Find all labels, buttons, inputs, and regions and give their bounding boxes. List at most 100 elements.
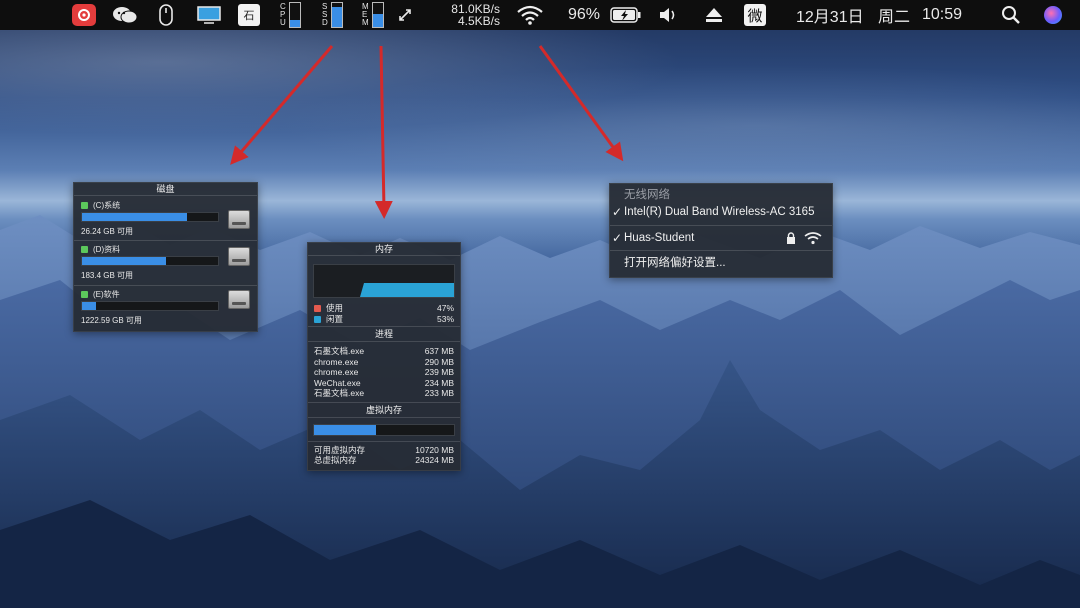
date[interactable]: 12月31日: [796, 0, 864, 30]
drive-usage-fill: [82, 213, 187, 221]
network-adapter-item[interactable]: ✓ Intel(R) Dual Band Wireless-AC 3165: [610, 204, 832, 222]
drive-label: (D)资料: [93, 245, 121, 254]
process-memory: 234 MB: [424, 377, 454, 388]
memory-used-percent: 47%: [436, 303, 454, 313]
drive-usage-fill: [82, 257, 167, 265]
weibo-char: 微: [744, 4, 766, 26]
process-row[interactable]: 石墨文档.exe 637 MB: [308, 346, 460, 357]
netease-music-icon[interactable]: [72, 0, 96, 30]
process-section-title: 进程: [374, 329, 393, 339]
hard-drive-icon: [228, 247, 250, 266]
volume-icon[interactable]: [658, 0, 680, 30]
memory-usage-graph: [313, 264, 455, 298]
cpu-meter[interactable]: C P U: [280, 0, 301, 30]
arrow-to-memory-panel: [374, 45, 393, 219]
available-virtual-row: 可用虚拟内存 10720 MB: [308, 445, 460, 456]
weibo-icon[interactable]: 微: [744, 0, 766, 30]
memory-used-label: 使用: [326, 303, 344, 313]
arrow-to-disk-panel: [230, 45, 334, 165]
mem-letter: M: [362, 18, 369, 27]
process-memory: 239 MB: [424, 367, 454, 377]
virtual-memory-fill: [314, 424, 376, 435]
process-name: WeChat.exe: [314, 377, 361, 388]
weekday[interactable]: 周二: [878, 0, 910, 30]
process-row[interactable]: chrome.exe 290 MB: [308, 357, 460, 368]
virtual-memory-title: 虚拟内存: [365, 404, 402, 415]
hard-drive-icon: [228, 210, 250, 229]
ssd-gauge: [330, 2, 343, 28]
drive-free-space: 26.24 GB 可用: [81, 227, 134, 236]
hard-drive-icon: [228, 290, 250, 309]
mouse-icon[interactable]: [158, 0, 174, 30]
wifi-icon[interactable]: [516, 0, 544, 30]
shimo-app-char: 石: [238, 4, 260, 26]
memory-panel: 内存 使用 47% 闲置 53% 进程 石墨文档.exe 637 MB chrom…: [307, 242, 461, 471]
ssd-letter: D: [322, 18, 328, 27]
wireless-section-title: 无线网络: [624, 189, 670, 201]
idle-color-swatch: [314, 315, 321, 323]
process-row[interactable]: 石墨文档.exe 233 MB: [308, 388, 460, 399]
battery-icon[interactable]: [610, 0, 642, 30]
menu-bar: 石 C P U S S D M E M 81.0KB/s 4.5KB/s 96%…: [0, 0, 1080, 30]
drive-status-dot: [81, 246, 88, 253]
drive-usage-bar: [81, 212, 219, 222]
virtual-memory-bar: [313, 423, 455, 436]
process-row[interactable]: chrome.exe 239 MB: [308, 367, 460, 378]
memory-panel-title: 内存: [374, 244, 393, 254]
process-name: chrome.exe: [314, 356, 359, 367]
memory-idle-row: 闲置 53%: [308, 314, 460, 325]
process-row[interactable]: WeChat.exe 234 MB: [308, 378, 460, 389]
process-name: 石墨文档.exe: [314, 388, 365, 398]
total-virtual-row: 总虚拟内存 24324 MB: [308, 455, 460, 466]
lock-icon: [787, 232, 795, 244]
process-name: chrome.exe: [314, 367, 359, 377]
disk-panel: 磁盘 (C)系统 26.24 GB 可用 (D)资料 183.4 GB 可用 (…: [73, 182, 258, 332]
drive-usage-fill: [82, 302, 96, 310]
process-name: 石墨文档.exe: [314, 346, 365, 356]
drive-label: (C)系统: [93, 201, 121, 210]
expand-icon[interactable]: [398, 0, 412, 30]
network-speed[interactable]: 81.0KB/s 4.5KB/s: [440, 0, 500, 30]
display-icon[interactable]: [196, 0, 222, 30]
time[interactable]: 10:59: [922, 0, 962, 30]
download-speed: 4.5KB/s: [457, 14, 500, 28]
drive-e[interactable]: (E)软件 1222.59 GB 可用: [74, 286, 257, 330]
drive-d[interactable]: (D)资料 183.4 GB 可用: [74, 241, 257, 285]
wifi-signal-icon: [804, 232, 822, 245]
eject-icon[interactable]: [704, 0, 724, 30]
checkmark-icon: ✓: [612, 231, 623, 245]
ssd-gauge-fill: [331, 6, 342, 27]
total-virtual-label: 总虚拟内存: [314, 455, 357, 465]
shimo-app-icon[interactable]: 石: [238, 0, 260, 30]
memory-idle-label: 闲置: [326, 313, 344, 324]
memory-usage-area: [360, 283, 454, 297]
drive-usage-bar: [81, 256, 219, 266]
drive-c[interactable]: (C)系统 26.24 GB 可用: [74, 196, 257, 240]
process-memory: 233 MB: [424, 388, 454, 398]
ssd-meter[interactable]: S S D: [322, 0, 343, 30]
drive-usage-bar: [81, 301, 219, 311]
network-preferences-item[interactable]: 打开网络偏好设置...: [610, 251, 832, 275]
drive-status-dot: [81, 202, 88, 209]
checkmark-icon: ✓: [612, 205, 623, 219]
used-color-swatch: [314, 305, 321, 312]
drive-status-dot: [81, 291, 88, 298]
memory-meter[interactable]: M E M: [362, 0, 384, 30]
search-icon[interactable]: [1000, 0, 1022, 30]
drive-free-space: 183.4 GB 可用: [81, 271, 134, 280]
drive-free-space: 1222.59 GB 可用: [81, 316, 142, 325]
siri-icon[interactable]: [1044, 0, 1062, 30]
drive-label: (E)软件: [93, 290, 120, 299]
wifi-network-item[interactable]: ✓ Huas-Student: [610, 226, 832, 250]
wechat-icon[interactable]: [112, 0, 138, 30]
network-name: Huas-Student: [624, 232, 695, 244]
battery-percent[interactable]: 96%: [568, 0, 600, 30]
mem-gauge-fill: [372, 13, 383, 27]
total-virtual-value: 24324 MB: [415, 455, 454, 465]
memory-idle-percent: 53%: [436, 313, 454, 324]
available-virtual-value: 10720 MB: [415, 444, 454, 455]
cpu-letter: U: [280, 18, 286, 27]
mem-gauge: [371, 2, 384, 28]
process-memory: 637 MB: [424, 346, 454, 356]
cpu-gauge: [288, 2, 301, 28]
